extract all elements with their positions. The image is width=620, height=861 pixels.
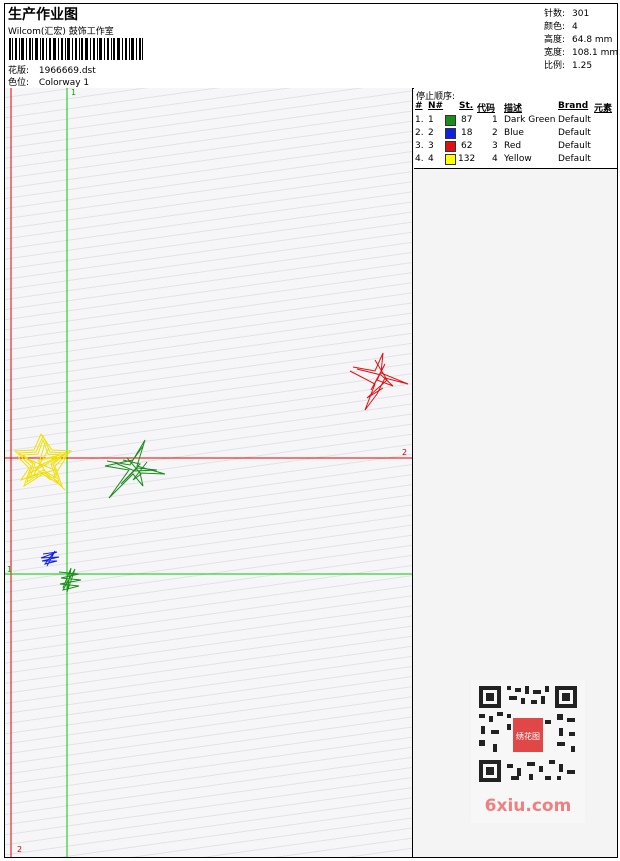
- stat-height: 高度: 64.8 mm: [544, 32, 612, 45]
- qr-code-image: 绣花图 6xiu.com: [471, 680, 585, 823]
- colorway-row: 色位: Colorway 1: [8, 75, 89, 88]
- stat-stitches: 针数: 301: [544, 6, 589, 19]
- color-row: 4. 4 132 4 Yellow Default: [414, 154, 617, 167]
- stat-value: 4: [572, 22, 578, 32]
- row-index: 1.: [415, 115, 424, 125]
- design-canvas[interactable]: 1 1 2 2: [5, 88, 413, 857]
- colorway-label: 色位:: [8, 78, 30, 88]
- col-header-element: 元素: [594, 104, 613, 114]
- blue-stitches: [40, 550, 60, 567]
- row-brand: Default: [558, 115, 591, 125]
- yellow-star-stitches: [13, 432, 73, 491]
- watermark-text: 6xiu.com: [485, 796, 572, 816]
- stat-colors: 颜色: 4: [544, 19, 578, 32]
- color-swatch: [445, 115, 456, 126]
- row-brand: Default: [558, 141, 591, 151]
- col-header-index: #: [415, 101, 423, 111]
- stat-width: 宽度: 108.1 mm: [544, 45, 618, 58]
- stat-label: 高度:: [544, 35, 566, 45]
- row-description: Dark Green: [504, 115, 556, 125]
- color-row: 3. 3 62 3 Red Default: [414, 141, 617, 154]
- row-stitches: 132: [458, 154, 476, 164]
- red-spark-stitches: [349, 352, 409, 411]
- colorway-value: Colorway 1: [38, 78, 90, 88]
- stat-label: 颜色:: [544, 22, 566, 32]
- company-name: Wilcom(汇宏) 鼓饰工作室: [8, 27, 114, 37]
- row-n: 3: [428, 141, 434, 151]
- stamp-text: 绣花图: [516, 731, 540, 741]
- design-stats: 针数: 301 颜色: 4 高度: 64.8 mm 宽度: 108.1 mm 比例: 1.…: [542, 4, 618, 89]
- row-brand: Default: [558, 128, 591, 138]
- color-swatch: [445, 154, 456, 165]
- stat-label: 比例:: [544, 61, 566, 71]
- row-stitches: 87: [461, 115, 473, 125]
- design-preview: [5, 88, 412, 857]
- stat-scale: 比例: 1.25: [544, 58, 592, 71]
- row-description: Red: [504, 141, 522, 151]
- red-bottom-axis-label: 2: [17, 845, 23, 854]
- row-description: Yellow: [504, 154, 532, 164]
- color-row: 2. 2 18 2 Blue Default: [414, 128, 617, 141]
- stat-label: 针数:: [544, 9, 566, 19]
- row-index: 4.: [415, 154, 424, 164]
- row-code: 4: [492, 154, 498, 164]
- page-title: 生产作业图: [8, 7, 78, 23]
- col-header-n: N#: [428, 101, 444, 111]
- row-n: 2: [428, 128, 434, 138]
- stat-value: 108.1 mm: [572, 48, 619, 58]
- row-description: Blue: [504, 128, 524, 138]
- row-stitches: 62: [461, 141, 473, 151]
- row-index: 2.: [415, 128, 424, 138]
- stat-label: 宽度:: [544, 48, 566, 58]
- stat-value: 64.8 mm: [572, 35, 613, 45]
- green-top-axis-label: 1: [71, 88, 77, 97]
- color-swatch: [445, 141, 456, 152]
- row-code: 1: [492, 115, 498, 125]
- col-header-description: 描述: [504, 104, 523, 114]
- green-left-axis-label: 1: [7, 565, 13, 574]
- stop-sequence-panel: 停止顺序: # N# St. 代码 描述 Brand 元素 1. 1 87 1 …: [414, 88, 617, 169]
- stat-value: 1.25: [572, 61, 593, 71]
- barcode: [9, 38, 143, 60]
- row-index: 3.: [415, 141, 424, 151]
- col-header-stitches: St.: [459, 101, 474, 111]
- stat-value: 301: [572, 9, 590, 19]
- row-n: 4: [428, 154, 434, 164]
- col-header-code: 代码: [477, 104, 496, 114]
- watermark-qr: 绣花图 6xiu.com: [471, 680, 585, 823]
- row-n: 1: [428, 115, 434, 125]
- row-stitches: 18: [461, 128, 473, 138]
- row-code: 2: [492, 128, 498, 138]
- green-leaf-stitches: [104, 439, 166, 499]
- col-header-brand: Brand: [558, 101, 589, 111]
- red-right-axis-label: 2: [402, 448, 408, 457]
- dark-green-stitches: [58, 567, 82, 593]
- sheet-header: 生产作业图 Wilcom(汇宏) 鼓饰工作室 花版: 1966669.dst 色…: [5, 4, 543, 89]
- color-row: 1. 1 87 1 Dark Green Default: [414, 115, 617, 128]
- row-brand: Default: [558, 154, 591, 164]
- row-code: 3: [492, 141, 498, 151]
- production-sheet: 生产作业图 Wilcom(汇宏) 鼓饰工作室 花版: 1966669.dst 色…: [4, 3, 618, 858]
- color-swatch: [445, 128, 456, 139]
